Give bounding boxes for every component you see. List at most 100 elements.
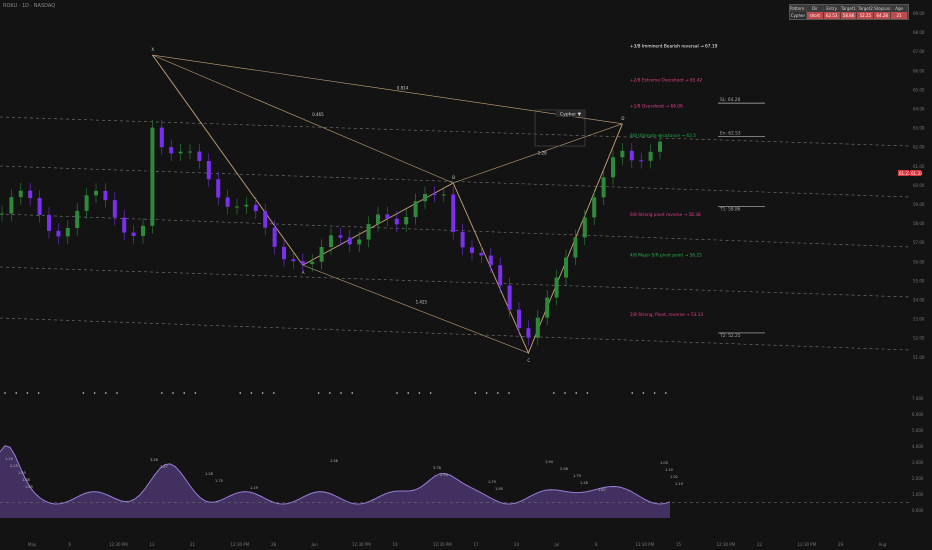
oscillator-value-label: 1.79 xyxy=(573,474,581,478)
candle-body xyxy=(197,151,202,161)
oscillator-value-label: 1.19 xyxy=(675,482,683,486)
price-axis-tick: 69.00 xyxy=(913,11,925,16)
osc-axis-tick: 1.000 xyxy=(912,492,924,497)
candle-body xyxy=(366,224,371,240)
cell-entry: 62.53 xyxy=(823,12,841,19)
candle-body xyxy=(394,218,399,225)
murrey-level-label: 2/8 Strong, Pivot, reverse → 53.13 xyxy=(630,312,704,318)
candle-body xyxy=(18,190,23,198)
candle-body xyxy=(404,217,409,225)
signal-dot xyxy=(497,392,499,394)
candle-body xyxy=(9,197,14,214)
signal-dot xyxy=(642,392,645,394)
time-axis-tick: 24 xyxy=(514,542,520,547)
candle-body xyxy=(112,200,117,218)
time-axis-tick: 10 xyxy=(393,542,399,547)
candle-body xyxy=(658,141,662,152)
signal-dot xyxy=(161,392,163,394)
candle-body xyxy=(131,232,136,236)
oscillator-value-label: 1.95 xyxy=(495,487,503,491)
price-axis-tick: 67.00 xyxy=(913,49,925,54)
signal-dot xyxy=(273,392,275,394)
candle-body xyxy=(620,150,625,158)
price-badge: 61.21 xyxy=(899,171,911,176)
candle-body xyxy=(470,247,474,253)
signal-dot xyxy=(172,392,174,394)
signal-dot xyxy=(26,392,29,394)
candle-body xyxy=(564,257,568,278)
time-axis-tick: 22 xyxy=(757,542,763,547)
candle-body xyxy=(376,214,380,225)
pattern-table-row: Cypher short 62.53 58.86 52.25 64.28 21 xyxy=(790,12,909,19)
header-target2: Target2 xyxy=(857,5,875,12)
candle-body xyxy=(188,151,192,153)
time-axis-tick: 21 xyxy=(190,542,196,547)
time-axis-tick: 12:30 PM xyxy=(231,542,250,547)
header-stoploss: StopLoss xyxy=(874,5,892,12)
price-axis-tick: 53.00 xyxy=(913,317,925,322)
time-axis-tick: 28 xyxy=(271,542,277,547)
osc-axis-tick: 6.000 xyxy=(912,412,924,417)
time-axis-tick: 12:30 PM xyxy=(636,542,655,547)
signal-dot xyxy=(4,392,6,394)
signal-dot xyxy=(407,392,410,394)
signal-dot xyxy=(340,392,342,394)
time-axis-tick: May xyxy=(28,542,37,547)
price-axis-tick: 57.00 xyxy=(913,240,925,245)
price-axis-tick: 62.00 xyxy=(913,145,925,150)
oscillator-value-label: 1.85 xyxy=(25,485,33,489)
candle-body xyxy=(225,197,230,207)
time-axis-tick: Jun xyxy=(311,542,319,547)
candle-body xyxy=(263,211,268,228)
oscillator-value-label: 1.75 xyxy=(215,479,223,483)
header-dir: Dir xyxy=(806,5,824,12)
candle-body xyxy=(554,277,559,298)
oscillator-value-label: 1.58 xyxy=(330,459,338,463)
signal-dot xyxy=(194,392,197,394)
candle-body xyxy=(37,198,42,215)
cell-pattern-name: Cypher xyxy=(790,12,807,19)
murrey-level-label: +3/8 Imminent Bearish reversal → 67.19 xyxy=(630,44,718,50)
cell-target2: 52.25 xyxy=(857,12,875,19)
signal-dot xyxy=(396,392,398,394)
signal-dot xyxy=(15,392,17,394)
oscillator-value-label: 1.88 xyxy=(22,478,30,482)
osc-axis-tick: 2.000 xyxy=(912,476,924,481)
oscillator-value-label: 1.85 xyxy=(18,471,26,475)
price-axis-tick: 58.00 xyxy=(913,221,925,226)
price-chart[interactable]: X A B C D 0.465 1.28 0.814 1.425 Cypher ▼ +3/8 Im… xyxy=(0,0,932,550)
osc-axis-tick: 0.000 xyxy=(912,508,924,513)
candle-body xyxy=(479,252,484,256)
candle-body xyxy=(150,127,155,226)
candle-body xyxy=(545,297,550,318)
signal-dot xyxy=(474,392,477,394)
candle-body xyxy=(526,328,531,338)
osc-axis-tick: 4.000 xyxy=(912,444,924,449)
murrey-level-label: +2/8 Extreme Overshoot → 65.42 xyxy=(630,77,702,83)
time-axis-tick: 12:30 PM xyxy=(717,542,736,547)
murrey-level-label: 4/8 Major S/R pivot point → 56.25 xyxy=(630,253,702,259)
candle-body xyxy=(611,157,615,178)
oscillator-value-label: 1.28 xyxy=(205,472,213,476)
candle-body xyxy=(451,194,456,232)
signal-dot xyxy=(93,392,96,394)
candle-body xyxy=(432,193,437,195)
pattern-ratio: 1.425 xyxy=(416,299,428,304)
signal-dot xyxy=(485,392,488,394)
signal-dot xyxy=(82,392,85,394)
candle-body xyxy=(338,235,343,238)
candle-body xyxy=(94,190,98,196)
price-axis-tick: 64.00 xyxy=(913,107,925,112)
candle-body xyxy=(84,195,89,211)
candle-body xyxy=(141,225,145,236)
candle-body xyxy=(282,246,286,260)
murrey-level-label: 6/8 Strong pivot reverse → 58.38 xyxy=(630,212,701,218)
price-axis-tick: 52.00 xyxy=(913,336,925,341)
signal-dot xyxy=(239,392,241,394)
signal-dot xyxy=(250,392,253,394)
time-axis-tick: Jul xyxy=(554,542,560,547)
candle-body xyxy=(244,204,249,207)
signal-dot xyxy=(429,392,432,394)
time-axis-tick: 15 xyxy=(676,542,682,547)
pattern-name: Cypher ▼ xyxy=(560,112,582,118)
